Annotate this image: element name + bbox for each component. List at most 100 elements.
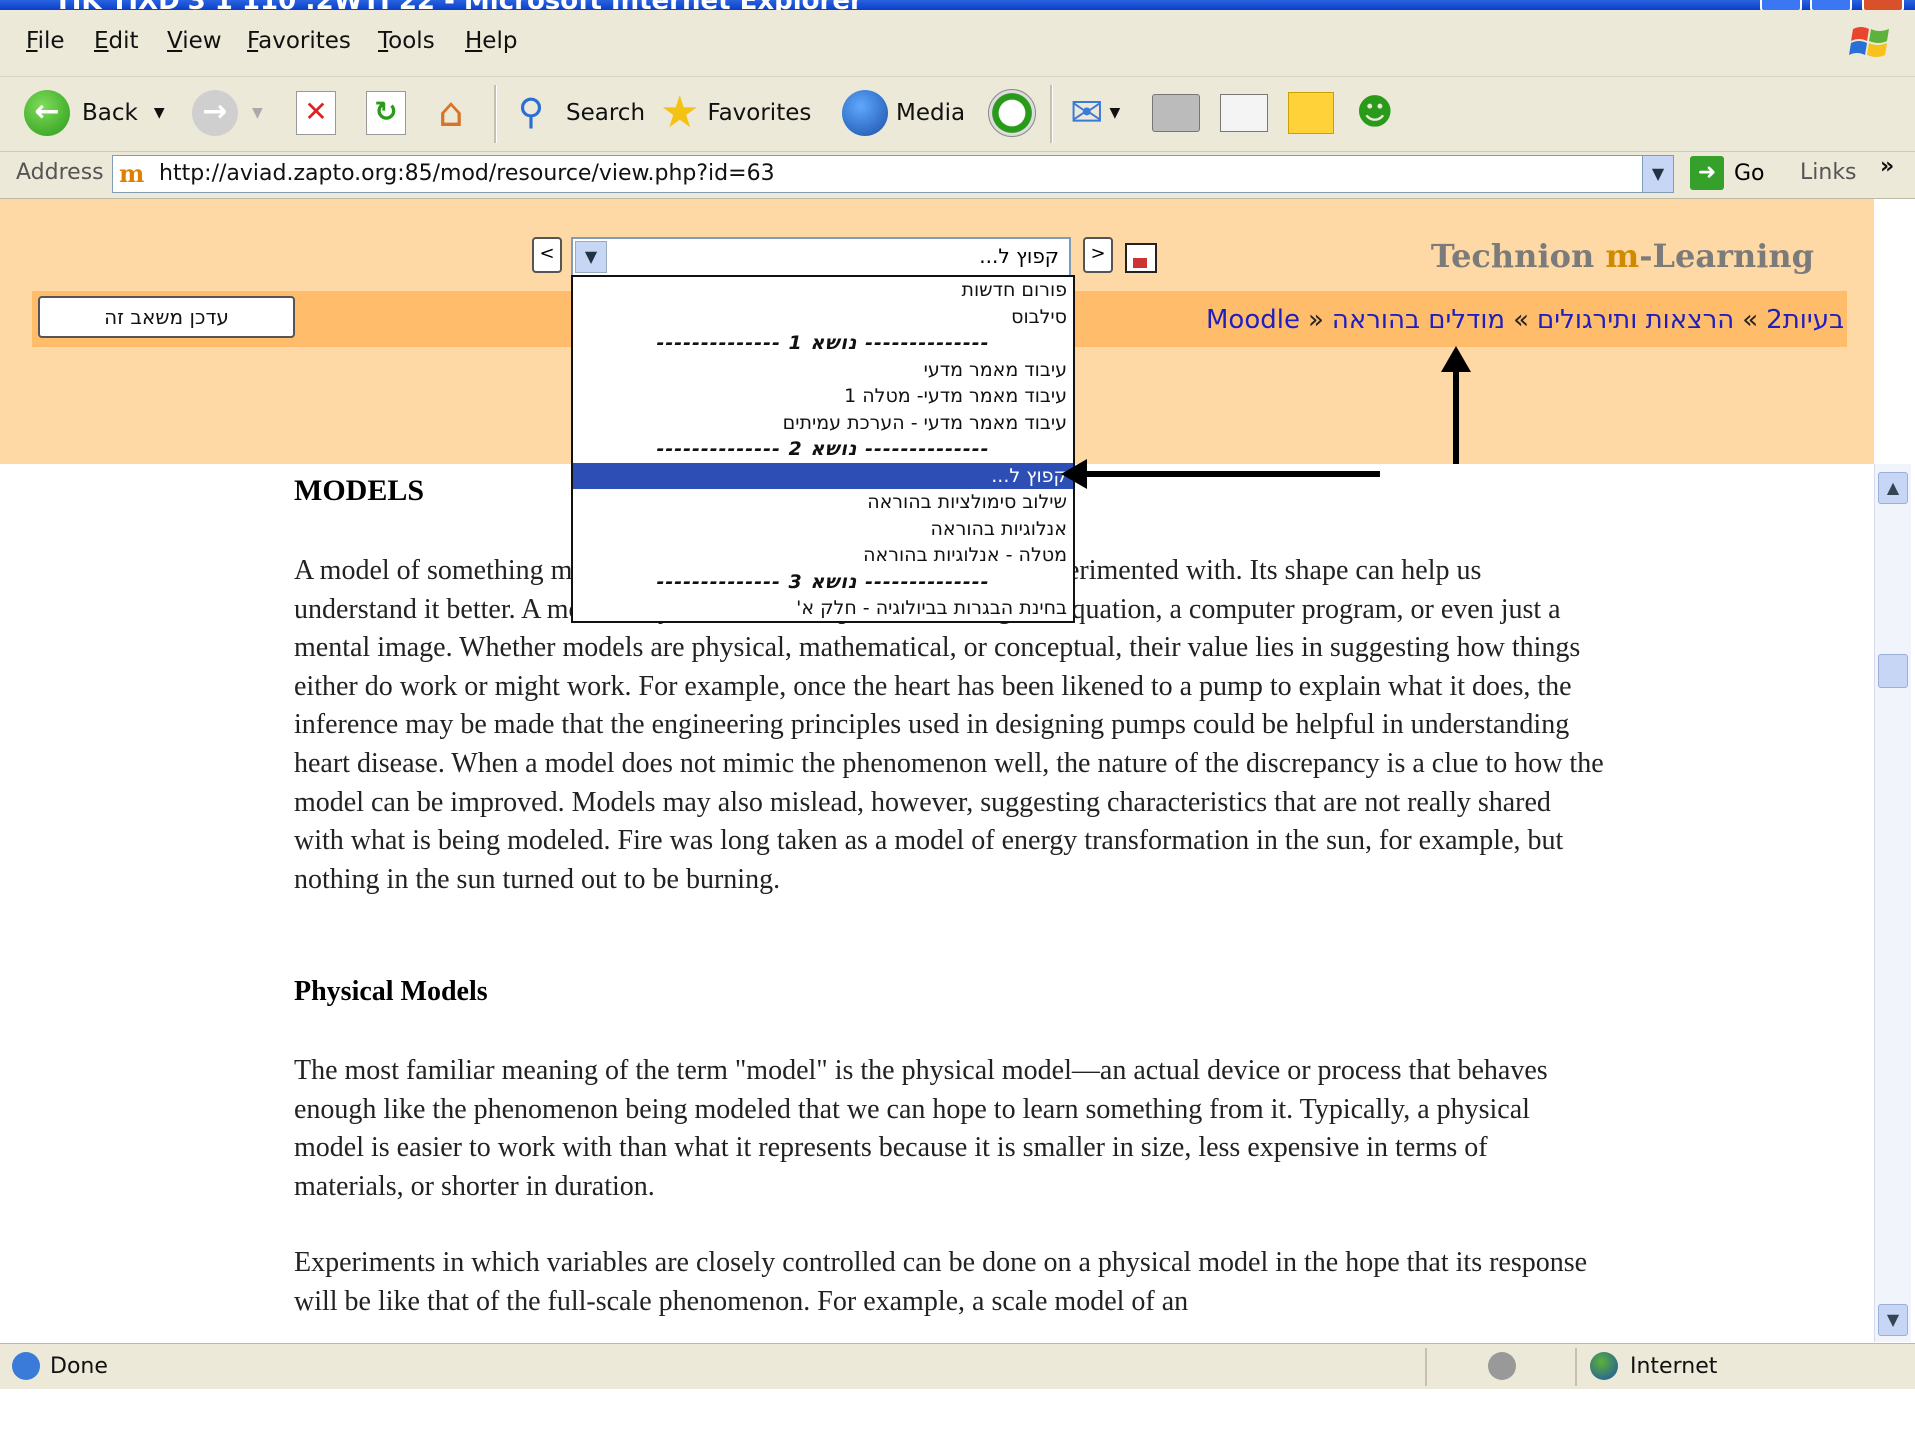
jump-to-dropdown-list[interactable]: פורום חדשות סילבוס -------------- נושא 1… xyxy=(571,275,1075,623)
status-divider xyxy=(1575,1348,1577,1386)
breadcrumb-current[interactable]: מודלים בהוראה xyxy=(1332,305,1505,335)
menu-view[interactable]: View xyxy=(167,28,222,54)
security-zone-label: Internet xyxy=(1630,1354,1718,1379)
jump-option[interactable]: מטלה - אנלוגיות בהוראה xyxy=(573,542,1073,569)
page-title: MODELS xyxy=(294,474,425,507)
chevron-down-icon[interactable]: ▼ xyxy=(575,241,607,273)
favorites-button[interactable]: ★ Favorites xyxy=(660,85,811,141)
address-url[interactable]: http://aviad.zapto.org:85/mod/resource/v… xyxy=(159,161,775,186)
jump-option-selected[interactable]: קפוץ ל... xyxy=(573,462,1073,489)
annotation-arrow-left xyxy=(1061,459,1380,489)
section-heading: Physical Models xyxy=(294,976,488,1007)
discuss-button[interactable] xyxy=(1288,85,1334,141)
jump-topic-separator[interactable]: -------------- נושא 3 -------------- xyxy=(573,569,1073,596)
address-label: Address xyxy=(16,160,104,185)
note-icon xyxy=(1288,92,1334,134)
report-icon[interactable] xyxy=(1125,243,1157,273)
scroll-up-button[interactable]: ▲ xyxy=(1878,472,1908,504)
paragraph-experiments: Experiments in which variables are close… xyxy=(294,1247,1588,1317)
moodle-favicon-icon: m xyxy=(119,159,145,188)
media-button[interactable]: Media xyxy=(842,85,965,141)
window-title: TIK TIXD'3 1 110 :2WTI 22 - Microsoft In… xyxy=(54,0,863,10)
windows-logo-icon xyxy=(1849,27,1889,57)
menu-edit[interactable]: Edit xyxy=(94,28,139,54)
links-label[interactable]: Links xyxy=(1800,160,1857,185)
history-button[interactable] xyxy=(988,85,1036,141)
menu-help[interactable]: Help xyxy=(465,28,517,54)
status-bar: Done Internet xyxy=(0,1343,1915,1390)
jump-topic-separator[interactable]: -------------- נושא 1 -------------- xyxy=(573,330,1073,357)
jump-to-value: קפוץ ל... xyxy=(979,244,1059,268)
menu-tools[interactable]: Tools xyxy=(378,28,435,54)
toolbar-separator xyxy=(494,85,497,143)
home-icon: ⌂ xyxy=(438,90,464,136)
next-activity-button[interactable]: > xyxy=(1083,237,1113,273)
back-arrow-icon: ← xyxy=(24,90,70,136)
jump-option[interactable]: עיבוד מאמר מדעי- מטלה 1 xyxy=(573,383,1073,410)
jump-option[interactable]: סילבוס xyxy=(573,304,1073,331)
update-resource-button[interactable]: עדכן משאב זה xyxy=(38,296,295,338)
title-bar: TIK TIXD'3 1 110 :2WTI 22 - Microsoft In… xyxy=(0,0,1915,12)
jump-option[interactable]: עיבוד מאמר מדעי - הערכת עמיתים xyxy=(573,410,1073,437)
jump-option[interactable]: אנלוגיות בהוראה xyxy=(573,516,1073,543)
previous-activity-button[interactable]: < xyxy=(532,237,562,273)
jump-option[interactable]: שילוב סימולציות בהוראה xyxy=(573,489,1073,516)
print-button[interactable] xyxy=(1152,85,1200,141)
privacy-icon[interactable] xyxy=(1488,1352,1516,1380)
back-label: Back xyxy=(82,100,138,126)
vertical-scrollbar[interactable]: ▲ ▼ xyxy=(1874,464,1911,1342)
forward-dropdown-icon[interactable]: ▼ xyxy=(252,105,263,121)
breadcrumb: Moodle» בעיות2»הרצאות ותירגולים»מודלים בה… xyxy=(1206,305,1844,335)
site-brand-logo[interactable]: Technion m-Learning xyxy=(1431,237,1814,275)
history-clock-icon xyxy=(988,89,1036,137)
paragraph-physical-models: The most familiar meaning of the term "m… xyxy=(294,1055,1548,1202)
breadcrumb-course[interactable]: בעיות2 xyxy=(1766,305,1844,335)
menu-file[interactable]: File xyxy=(26,28,65,54)
address-dropdown-button[interactable]: ▼ xyxy=(1642,156,1673,192)
jump-option[interactable]: בחינת הבגרות בביולוגיה - חלק א' xyxy=(573,595,1073,622)
home-button[interactable]: ⌂ xyxy=(428,85,474,141)
jump-option[interactable]: עיבוד מאמר מדעי xyxy=(573,357,1073,384)
jump-topic-separator[interactable]: -------------- נושא 2 -------------- xyxy=(573,436,1073,463)
toolbar: ← Back ▼ → ▼ ✕ ↻ ⌂ ⚲ Search ★ Favorites … xyxy=(0,77,1915,152)
page-done-icon xyxy=(12,1352,40,1380)
address-input[interactable]: m http://aviad.zapto.org:85/mod/resource… xyxy=(112,155,1674,193)
favorites-label: Favorites xyxy=(707,100,812,126)
print-icon xyxy=(1152,94,1200,132)
edit-button[interactable] xyxy=(1220,85,1268,141)
media-label: Media xyxy=(896,100,966,126)
breadcrumb-moodle[interactable]: Moodle xyxy=(1206,305,1300,335)
back-button[interactable]: ← Back ▼ xyxy=(24,85,165,141)
back-dropdown-icon[interactable]: ▼ xyxy=(154,105,165,121)
go-button[interactable]: ➜ Go xyxy=(1690,156,1765,190)
address-bar: Address m http://aviad.zapto.org:85/mod/… xyxy=(0,152,1915,199)
breadcrumb-separator: » xyxy=(1307,305,1324,335)
jump-to-select[interactable]: ▼ קפוץ ל... xyxy=(571,237,1071,277)
brand-logo-mark: m xyxy=(1605,237,1640,275)
mail-dropdown-icon[interactable]: ▼ xyxy=(1110,105,1121,121)
refresh-button[interactable]: ↻ xyxy=(366,85,406,141)
breadcrumb-section[interactable]: הרצאות ותירגולים xyxy=(1537,305,1734,335)
status-text: Done xyxy=(50,1354,108,1379)
favorites-star-icon: ★ xyxy=(660,87,700,138)
messenger-button[interactable]: ☻ xyxy=(1356,85,1394,141)
refresh-icon: ↻ xyxy=(366,91,406,135)
status-divider xyxy=(1425,1348,1427,1386)
scroll-thumb[interactable] xyxy=(1878,654,1908,688)
breadcrumb-separator: » xyxy=(1742,305,1759,335)
links-chevron[interactable]: » xyxy=(1880,154,1894,179)
menu-bar: File Edit View Favorites Tools Help xyxy=(0,10,1915,77)
search-label: Search xyxy=(566,100,646,126)
forward-button[interactable]: → ▼ xyxy=(192,85,263,141)
go-label: Go xyxy=(1734,160,1765,186)
mail-button[interactable]: ✉ ▼ xyxy=(1070,85,1120,141)
scroll-down-button[interactable]: ▼ xyxy=(1878,1304,1908,1336)
search-button[interactable]: ⚲ Search xyxy=(508,85,645,141)
menu-favorites[interactable]: Favorites xyxy=(247,28,351,54)
media-globe-icon xyxy=(842,90,888,136)
stop-icon: ✕ xyxy=(296,91,336,135)
stop-button[interactable]: ✕ xyxy=(296,85,336,141)
mail-icon: ✉ xyxy=(1070,90,1104,136)
jump-option[interactable]: פורום חדשות xyxy=(573,277,1073,304)
chevron-down-icon: ▼ xyxy=(1651,164,1665,183)
